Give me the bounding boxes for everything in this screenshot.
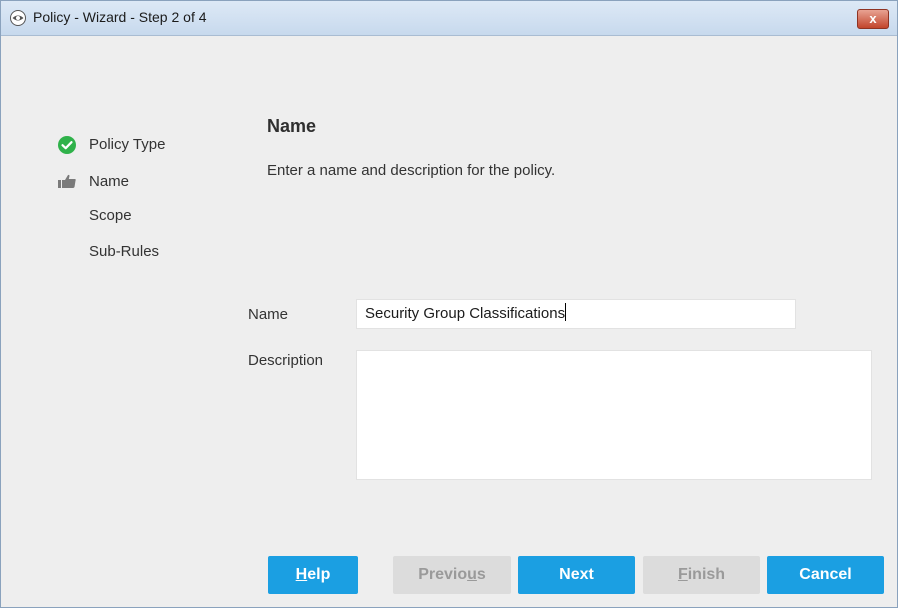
- text-caret: [565, 303, 567, 321]
- help-button[interactable]: Help: [268, 556, 358, 594]
- check-circle-icon: [57, 135, 77, 155]
- step-name: Name: [89, 173, 130, 190]
- next-label: Next: [559, 566, 594, 583]
- finish-label-post: inish: [687, 566, 726, 583]
- cancel-button[interactable]: Cancel: [767, 556, 884, 594]
- previous-button[interactable]: Previous: [393, 556, 511, 594]
- help-label-post: elp: [307, 566, 331, 583]
- eye-icon: [10, 10, 26, 26]
- step-scope: Scope: [89, 207, 132, 224]
- cancel-label: Cancel: [799, 566, 852, 583]
- description-textarea[interactable]: [356, 350, 872, 480]
- page-subtitle: Enter a name and description for the pol…: [267, 162, 556, 179]
- name-label: Name: [248, 306, 289, 323]
- page-title: Name: [267, 116, 317, 136]
- previous-label-post: s: [476, 566, 486, 583]
- help-label-mnemonic: H: [295, 566, 308, 583]
- title-bar[interactable]: Policy - Wizard - Step 2 of 4 x: [1, 1, 897, 36]
- previous-label-pre: Previo: [418, 566, 468, 583]
- wizard-content: Policy Type Name Scope Sub-Rules Name En…: [7, 36, 891, 601]
- pointing-hand-icon: [57, 171, 77, 191]
- close-icon: x: [869, 11, 877, 26]
- step-policy-type: Policy Type: [89, 136, 166, 153]
- description-label: Description: [248, 352, 324, 369]
- close-button[interactable]: x: [857, 9, 889, 29]
- next-button[interactable]: Next: [518, 556, 635, 594]
- name-input-value: Security Group Classifications: [365, 305, 566, 322]
- window-title: Policy - Wizard - Step 2 of 4: [33, 9, 207, 25]
- policy-wizard-window: Policy - Wizard - Step 2 of 4 x Policy T…: [0, 0, 898, 608]
- step-sub-rules: Sub-Rules: [89, 243, 160, 260]
- previous-label-mnemonic: u: [467, 566, 477, 583]
- finish-label-mnemonic: F: [677, 566, 688, 583]
- name-input[interactable]: Security Group Classifications: [356, 299, 796, 329]
- finish-button[interactable]: Finish: [643, 556, 760, 594]
